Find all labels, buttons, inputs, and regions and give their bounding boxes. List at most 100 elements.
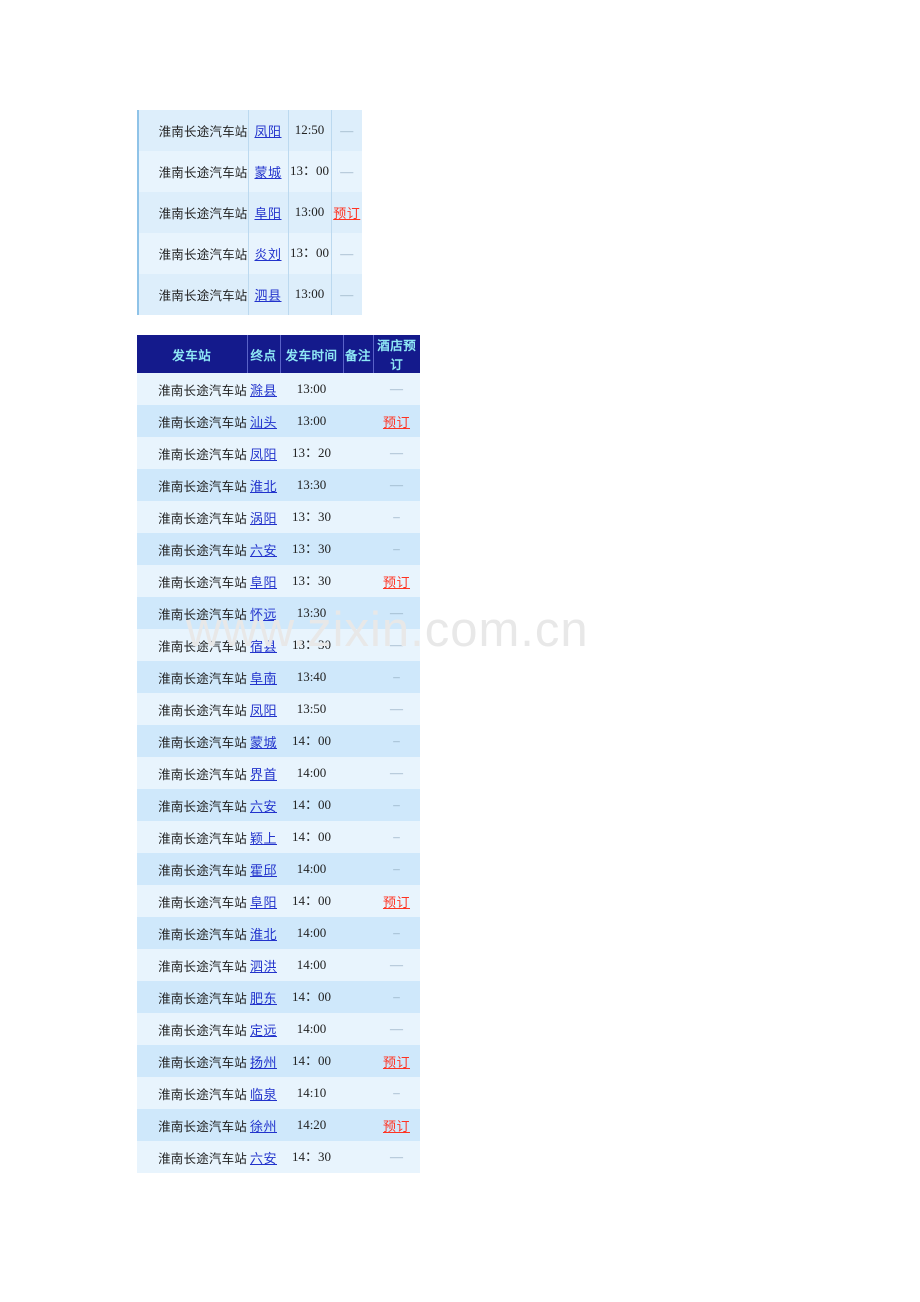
destination-link[interactable]: 凤阳 (254, 124, 281, 139)
cell-note (343, 1077, 373, 1109)
cell-departure-time: 14:00 (296, 956, 327, 972)
table-row: 淮南长途汽车站 扬州 14：00 预订 (137, 1045, 420, 1077)
cell-destination: 徐州 (247, 1109, 280, 1141)
destination-link[interactable]: 淮北 (250, 927, 277, 942)
cell-origin: 淮南长途汽车站 (158, 447, 247, 462)
destination-link[interactable]: 宿县 (250, 639, 277, 654)
cell-origin: 淮南长途汽车站 (158, 511, 247, 526)
cell-destination: 炎刘 (247, 233, 288, 274)
hotel-booking-link[interactable]: 预订 (383, 1055, 410, 1070)
destination-link[interactable]: 肥东 (250, 991, 277, 1006)
column-header-booking: 酒店预订 (372, 335, 420, 373)
cell-destination: 六安 (247, 533, 280, 565)
hotel-booking-link[interactable]: 预订 (383, 895, 410, 910)
destination-link[interactable]: 定远 (250, 1023, 277, 1038)
table-row: 淮南长途汽车站 阜阳 13：30 预订 (137, 565, 420, 597)
destination-link[interactable]: 凤阳 (250, 447, 277, 462)
bus-schedule-fragment-table: 淮南长途汽车站 凤阳 12:50— 淮南长途汽车站 蒙城 13：00— 淮南长途汽车站 阜阳 1… (137, 110, 362, 315)
booking-placeholder-dash: – (393, 989, 400, 1004)
booking-placeholder-dash: — (390, 957, 403, 972)
cell-departure-time: 14:00 (296, 924, 327, 940)
table-row: 淮南长途汽车站 淮北 14:00 – (137, 917, 420, 949)
booking-placeholder-dash: – (393, 829, 400, 844)
cell-destination: 淮北 (247, 469, 280, 501)
cell-note (343, 693, 373, 725)
table-row: 淮南长途汽车站 宿县 13：30 — (137, 629, 420, 661)
cell-origin: 淮南长途汽车站 (158, 543, 247, 558)
cell-departure-time: 13:00 (296, 380, 327, 396)
table-row: 淮南长途汽车站 蒙城 14：00 – (137, 725, 420, 757)
table-row: 淮南长途汽车站 霍邱 14:00 – (137, 853, 420, 885)
cell-departure-time: 13：30 (291, 636, 331, 652)
destination-link[interactable]: 六安 (250, 799, 277, 814)
destination-link[interactable]: 六安 (250, 1151, 277, 1166)
cell-destination: 六安 (247, 1141, 280, 1173)
booking-placeholder-dash: — (340, 122, 354, 138)
destination-link[interactable]: 临泉 (250, 1087, 277, 1102)
cell-departure-time: 13:50 (296, 700, 327, 716)
cell-note (343, 1045, 373, 1077)
destination-link[interactable]: 徐州 (250, 1119, 277, 1134)
table-row: 淮南长途汽车站 六安 13：30 – (137, 533, 420, 565)
destination-link[interactable]: 阜阳 (250, 575, 277, 590)
cell-note (343, 469, 373, 501)
cell-booking: – (373, 1077, 420, 1109)
destination-link[interactable]: 淮北 (250, 479, 277, 494)
cell-departure-time: 14:00 (296, 764, 327, 780)
column-header-time: 发车时间 (279, 335, 343, 373)
hotel-booking-link[interactable]: 预订 (383, 1119, 410, 1134)
destination-link[interactable]: 阜阳 (254, 206, 281, 221)
destination-link[interactable]: 炎刘 (254, 247, 281, 262)
cell-booking: — (373, 469, 420, 501)
hotel-booking-link[interactable]: 预订 (383, 415, 410, 430)
cell-booking: — (330, 151, 362, 192)
destination-link[interactable]: 六安 (250, 543, 277, 558)
destination-link[interactable]: 颖上 (250, 831, 277, 846)
destination-link[interactable]: 蒙城 (254, 165, 281, 180)
booking-placeholder-dash: — (390, 445, 403, 460)
cell-note (343, 597, 373, 629)
cell-destination: 定远 (247, 1013, 280, 1045)
cell-booking: 预订 (373, 565, 420, 597)
cell-origin: 淮南长途汽车站 (158, 703, 247, 718)
destination-link[interactable]: 滁县 (250, 383, 277, 398)
destination-link[interactable]: 扬州 (250, 1055, 277, 1070)
hotel-booking-link[interactable]: 预订 (333, 206, 360, 221)
cell-booking: — (373, 437, 420, 469)
hotel-booking-link[interactable]: 预订 (383, 575, 410, 590)
table-row: 淮南长途汽车站 涡阳 13：30 – (137, 501, 420, 533)
table-row: 淮南长途汽车站 阜阳 14：00 预订 (137, 885, 420, 917)
destination-link[interactable]: 涡阳 (250, 511, 277, 526)
bus-schedule-fragment-body: 淮南长途汽车站 凤阳 12:50— 淮南长途汽车站 蒙城 13：00— 淮南长途汽车站 阜阳 1… (137, 110, 362, 315)
destination-link[interactable]: 界首 (250, 767, 277, 782)
destination-link[interactable]: 怀远 (250, 607, 277, 622)
destination-link[interactable]: 泗县 (254, 288, 281, 303)
cell-booking: 预订 (373, 405, 420, 437)
cell-note (343, 1109, 373, 1141)
cell-departure-time: 14:00 (296, 860, 327, 876)
cell-destination: 阜阳 (247, 192, 288, 233)
destination-link[interactable]: 阜阳 (250, 895, 277, 910)
cell-booking: – (373, 501, 420, 533)
cell-destination: 蒙城 (247, 151, 288, 192)
destination-link[interactable]: 凤阳 (250, 703, 277, 718)
cell-booking: — (373, 629, 420, 661)
cell-departure-time: 13：30 (291, 540, 331, 556)
destination-link[interactable]: 霍邱 (250, 863, 277, 878)
cell-origin: 淮南长途汽车站 (158, 383, 247, 398)
table-row: 淮南长途汽车站 泗洪 14:00 — (137, 949, 420, 981)
destination-link[interactable]: 阜南 (250, 671, 277, 686)
cell-origin: 淮南长途汽车站 (158, 767, 247, 782)
destination-link[interactable]: 泗洪 (250, 959, 277, 974)
cell-destination: 阜阳 (247, 565, 280, 597)
cell-destination: 淮北 (247, 917, 280, 949)
destination-link[interactable]: 蒙城 (250, 735, 277, 750)
destination-link[interactable]: 汕头 (250, 415, 277, 430)
cell-departure-time: 14:10 (296, 1084, 327, 1100)
booking-placeholder-dash: — (390, 701, 403, 716)
cell-booking: — (330, 274, 362, 315)
cell-booking: — (373, 1013, 420, 1045)
cell-origin: 淮南长途汽车站 (137, 274, 248, 315)
cell-departure-time: 12:50 (287, 110, 331, 151)
table-row: 淮南长途汽车站 六安 14：00 – (137, 789, 420, 821)
